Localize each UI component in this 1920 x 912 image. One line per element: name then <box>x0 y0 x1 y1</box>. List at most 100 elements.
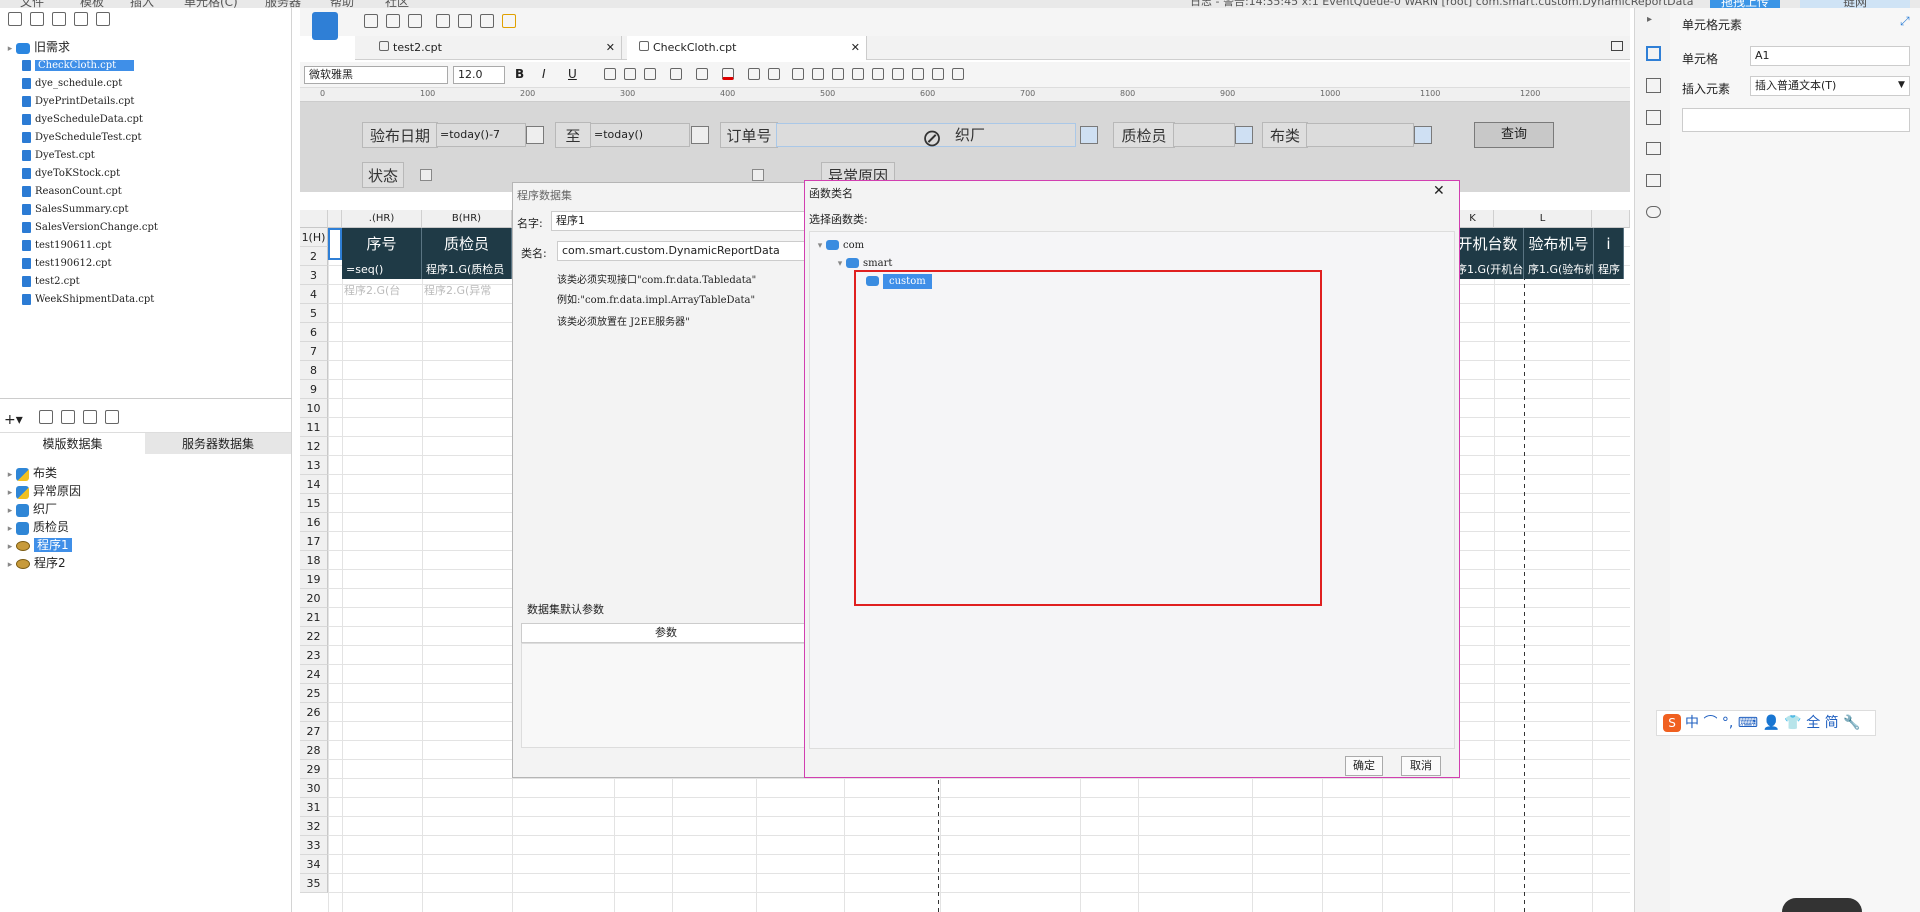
cloth-input[interactable] <box>1306 123 1414 147</box>
calendar-icon[interactable] <box>526 126 544 144</box>
row-header[interactable]: 31 <box>300 798 328 817</box>
menu-insert[interactable]: 插入 <box>130 0 154 8</box>
undo-icon[interactable] <box>386 14 400 28</box>
split-icon[interactable] <box>768 68 780 80</box>
row-header[interactable]: 32 <box>300 817 328 836</box>
delete-icon[interactable] <box>96 12 110 26</box>
status-checkbox[interactable] <box>420 169 432 181</box>
header-cell[interactable]: 开机台数 <box>1452 228 1524 260</box>
param-icon[interactable] <box>105 410 120 424</box>
chevron-down-icon[interactable]: ▼ <box>1898 80 1905 90</box>
collapse-icon[interactable] <box>52 12 66 26</box>
formula-cell[interactable]: 程序2.G(异常 <box>424 282 491 298</box>
formula-cell[interactable]: 程序 <box>1594 260 1624 279</box>
row-header[interactable]: 20 <box>300 589 328 608</box>
slash-icon[interactable] <box>912 68 924 80</box>
row-header[interactable]: 30 <box>300 779 328 798</box>
text-icon[interactable] <box>812 68 824 80</box>
align-right-icon[interactable] <box>644 68 656 80</box>
merge-icon[interactable] <box>748 68 760 80</box>
widget-icon[interactable] <box>1646 110 1661 125</box>
menu-file[interactable]: 文件 <box>20 0 44 8</box>
cell-input[interactable]: A1 <box>1750 46 1910 66</box>
row-header[interactable]: 27 <box>300 722 328 741</box>
condition-icon[interactable] <box>1646 142 1661 155</box>
column-header[interactable]: L <box>1494 210 1592 228</box>
italic-icon[interactable]: I <box>542 67 546 81</box>
file-item[interactable]: dye_schedule.cpt <box>22 74 122 92</box>
link-button[interactable]: 链网 <box>1800 0 1910 8</box>
save-icon[interactable] <box>364 14 378 28</box>
class-tree[interactable]: ▾ com ▾ smart custom <box>809 231 1455 749</box>
format-painter-icon[interactable] <box>502 14 516 28</box>
row-header[interactable]: 18 <box>300 551 328 570</box>
menu-cell[interactable]: 单元格(C) <box>184 0 238 8</box>
border-icon[interactable] <box>670 68 682 80</box>
row-header[interactable]: 33 <box>300 836 328 855</box>
file-item[interactable]: test190612.cpt <box>22 254 111 272</box>
date-from-input[interactable]: =today()-7 <box>436 123 526 147</box>
column-header[interactable]: B(HR) <box>422 210 512 228</box>
expand-arrow-icon[interactable]: ▾ <box>814 237 826 255</box>
chain-icon[interactable] <box>1646 206 1661 218</box>
row-header[interactable]: 29 <box>300 760 328 779</box>
file-item[interactable]: WeekShipmentData.cpt <box>22 290 154 308</box>
header-cell[interactable]: 验布机号 <box>1524 228 1594 260</box>
dropdown-icon[interactable] <box>1235 126 1253 144</box>
bold-icon[interactable]: B <box>515 67 524 81</box>
column-header[interactable] <box>1592 210 1630 228</box>
expand-arrow-icon[interactable]: ▸ <box>4 40 16 58</box>
row-header[interactable]: 21 <box>300 608 328 627</box>
header-cell[interactable]: 序号 <box>342 228 422 260</box>
font-color-icon[interactable] <box>722 68 734 80</box>
file-item[interactable]: DyeScheduleTest.cpt <box>22 128 142 146</box>
tree-node-com[interactable]: ▾ com <box>814 236 864 254</box>
image-icon[interactable] <box>892 68 904 80</box>
tab-menu-icon[interactable] <box>1611 41 1623 51</box>
row-header[interactable]: 9 <box>300 380 328 399</box>
file-item[interactable]: dyeScheduleData.cpt <box>22 110 143 128</box>
link-icon[interactable] <box>792 68 804 80</box>
file-item[interactable]: SalesVersionChange.cpt <box>22 218 158 236</box>
locate-icon[interactable] <box>74 12 88 26</box>
font-size-select[interactable]: 12.0 <box>453 66 505 84</box>
row-header[interactable]: 2 <box>300 247 328 266</box>
row-header[interactable]: 26 <box>300 703 328 722</box>
menu-community[interactable]: 社区 <box>385 0 409 8</box>
row-header[interactable]: 16 <box>300 513 328 532</box>
selected-cell[interactable] <box>328 228 342 260</box>
file-item[interactable]: dyeToKStock.cpt <box>22 164 120 182</box>
dataset-item[interactable]: ▸ 织厂 <box>4 500 57 518</box>
dataset-item[interactable]: ▸ 程序1 <box>4 536 72 554</box>
formula-cell[interactable]: 程序1.G(质检员 <box>422 260 512 279</box>
menu-help[interactable]: 帮助 <box>330 0 354 8</box>
underline-icon[interactable]: U <box>568 67 577 81</box>
column-header[interactable]: .(HR) <box>342 210 422 228</box>
row-header[interactable]: 35 <box>300 874 328 893</box>
cancel-button[interactable]: 取消 <box>1401 756 1441 776</box>
edit-icon[interactable] <box>39 410 54 424</box>
date-to-input[interactable]: =today() <box>590 123 690 147</box>
tab-checkcloth[interactable]: CheckCloth.cpt ✕ <box>627 36 867 60</box>
expand-arrow-icon[interactable]: ▸ <box>4 556 16 574</box>
row-header[interactable]: 22 <box>300 627 328 646</box>
formula-cell[interactable]: 序1.G(开机台 <box>1452 260 1524 279</box>
header-cell[interactable]: 质检员 <box>422 228 512 260</box>
query-button[interactable]: 查询 <box>1474 122 1554 148</box>
tree-folder-root[interactable]: ▸ 旧需求 <box>4 38 70 56</box>
row-header[interactable]: 23 <box>300 646 328 665</box>
cell-border-icon[interactable] <box>952 68 964 80</box>
tab-test2[interactable]: test2.cpt ✕ <box>367 36 622 60</box>
inspector-input[interactable] <box>1173 123 1235 147</box>
subreport-icon[interactable] <box>932 68 944 80</box>
row-header[interactable]: 14 <box>300 475 328 494</box>
close-icon[interactable]: ✕ <box>1433 183 1445 199</box>
tab-server-dataset[interactable]: 服务器数据集 <box>145 432 291 454</box>
row-header[interactable]: 4 <box>300 285 328 304</box>
insert-select[interactable]: 插入普通文本(T) <box>1750 76 1910 96</box>
row-header[interactable]: 25 <box>300 684 328 703</box>
new-report-icon[interactable] <box>312 12 338 40</box>
tab-template-dataset[interactable]: 模版数据集 <box>0 432 145 454</box>
dropdown-icon[interactable] <box>1414 126 1432 144</box>
content-input[interactable] <box>1682 108 1910 132</box>
